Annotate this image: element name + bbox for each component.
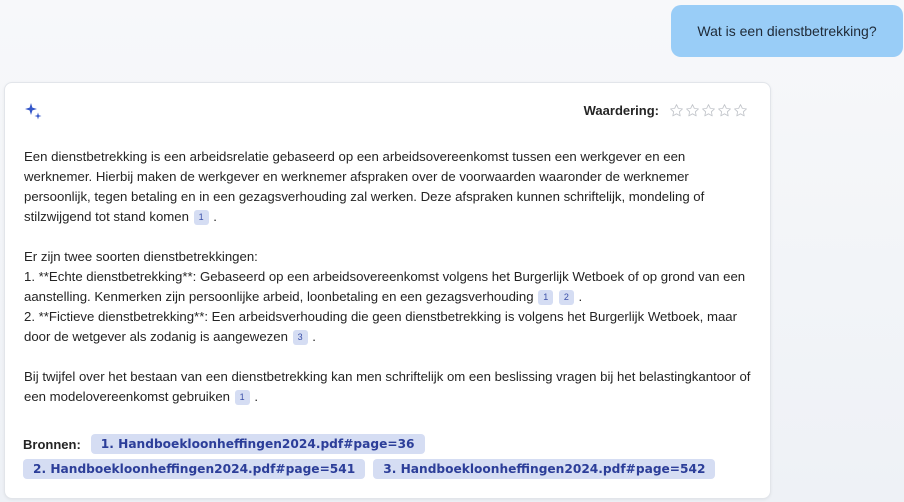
citation-badge[interactable]: 2 <box>558 290 574 305</box>
period: . <box>578 289 583 304</box>
answer-paragraph-text: Een dienstbetrekking is een arbeidsrelat… <box>24 149 705 224</box>
assistant-answer-card: Waardering: Een dienstbetrekking is een … <box>4 82 771 499</box>
star-outline-icon[interactable] <box>685 103 700 118</box>
star-outline-icon[interactable] <box>701 103 716 118</box>
source-link[interactable]: 1. Handboekloonheffingen2024.pdf#page=36 <box>90 434 425 454</box>
user-message-bubble: Wat is een dienstbetrekking? <box>671 5 903 57</box>
rating-label: Waardering: <box>583 103 659 118</box>
period: . <box>254 389 259 404</box>
source-link[interactable]: 3. Handboekloonheffingen2024.pdf#page=54… <box>373 459 716 479</box>
user-message-text: Wat is een dienstbetrekking? <box>697 23 877 39</box>
answer-text: Een dienstbetrekking is een arbeidsrelat… <box>24 147 754 427</box>
rating-widget: Waardering: <box>584 103 748 118</box>
citation-badge[interactable]: 1 <box>193 210 209 225</box>
answer-paragraph: Een dienstbetrekking is een arbeidsrelat… <box>24 147 754 227</box>
sources-label: Bronnen: <box>23 436 81 452</box>
citation-badge[interactable]: 3 <box>292 330 308 345</box>
answer-list-item: 1. **Echte dienstbetrekking**: Gebaseerd… <box>24 269 746 304</box>
sparkle-icon <box>25 103 42 120</box>
answer-paragraph: Er zijn twee soorten dienstbetrekkingen:… <box>24 247 754 347</box>
sources-section: Bronnen: 1. Handboekloonheffingen2024.pd… <box>23 434 758 479</box>
answer-paragraph: Bij twijfel over het bestaan van een die… <box>24 367 754 407</box>
citation-badge[interactable]: 1 <box>234 390 250 405</box>
answer-list-intro: Er zijn twee soorten dienstbetrekkingen: <box>24 249 258 264</box>
answer-paragraph-text: Bij twijfel over het bestaan van een die… <box>24 369 751 404</box>
rating-stars <box>669 103 748 118</box>
answer-list-item: 2. **Fictieve dienstbetrekking**: Een ar… <box>24 309 738 344</box>
source-link[interactable]: 2. Handboekloonheffingen2024.pdf#page=54… <box>23 459 366 479</box>
citation-badge[interactable]: 1 <box>538 290 554 305</box>
period: . <box>213 209 217 224</box>
star-outline-icon[interactable] <box>717 103 732 118</box>
period: . <box>312 329 316 344</box>
star-outline-icon[interactable] <box>733 103 748 118</box>
star-outline-icon[interactable] <box>669 103 684 118</box>
